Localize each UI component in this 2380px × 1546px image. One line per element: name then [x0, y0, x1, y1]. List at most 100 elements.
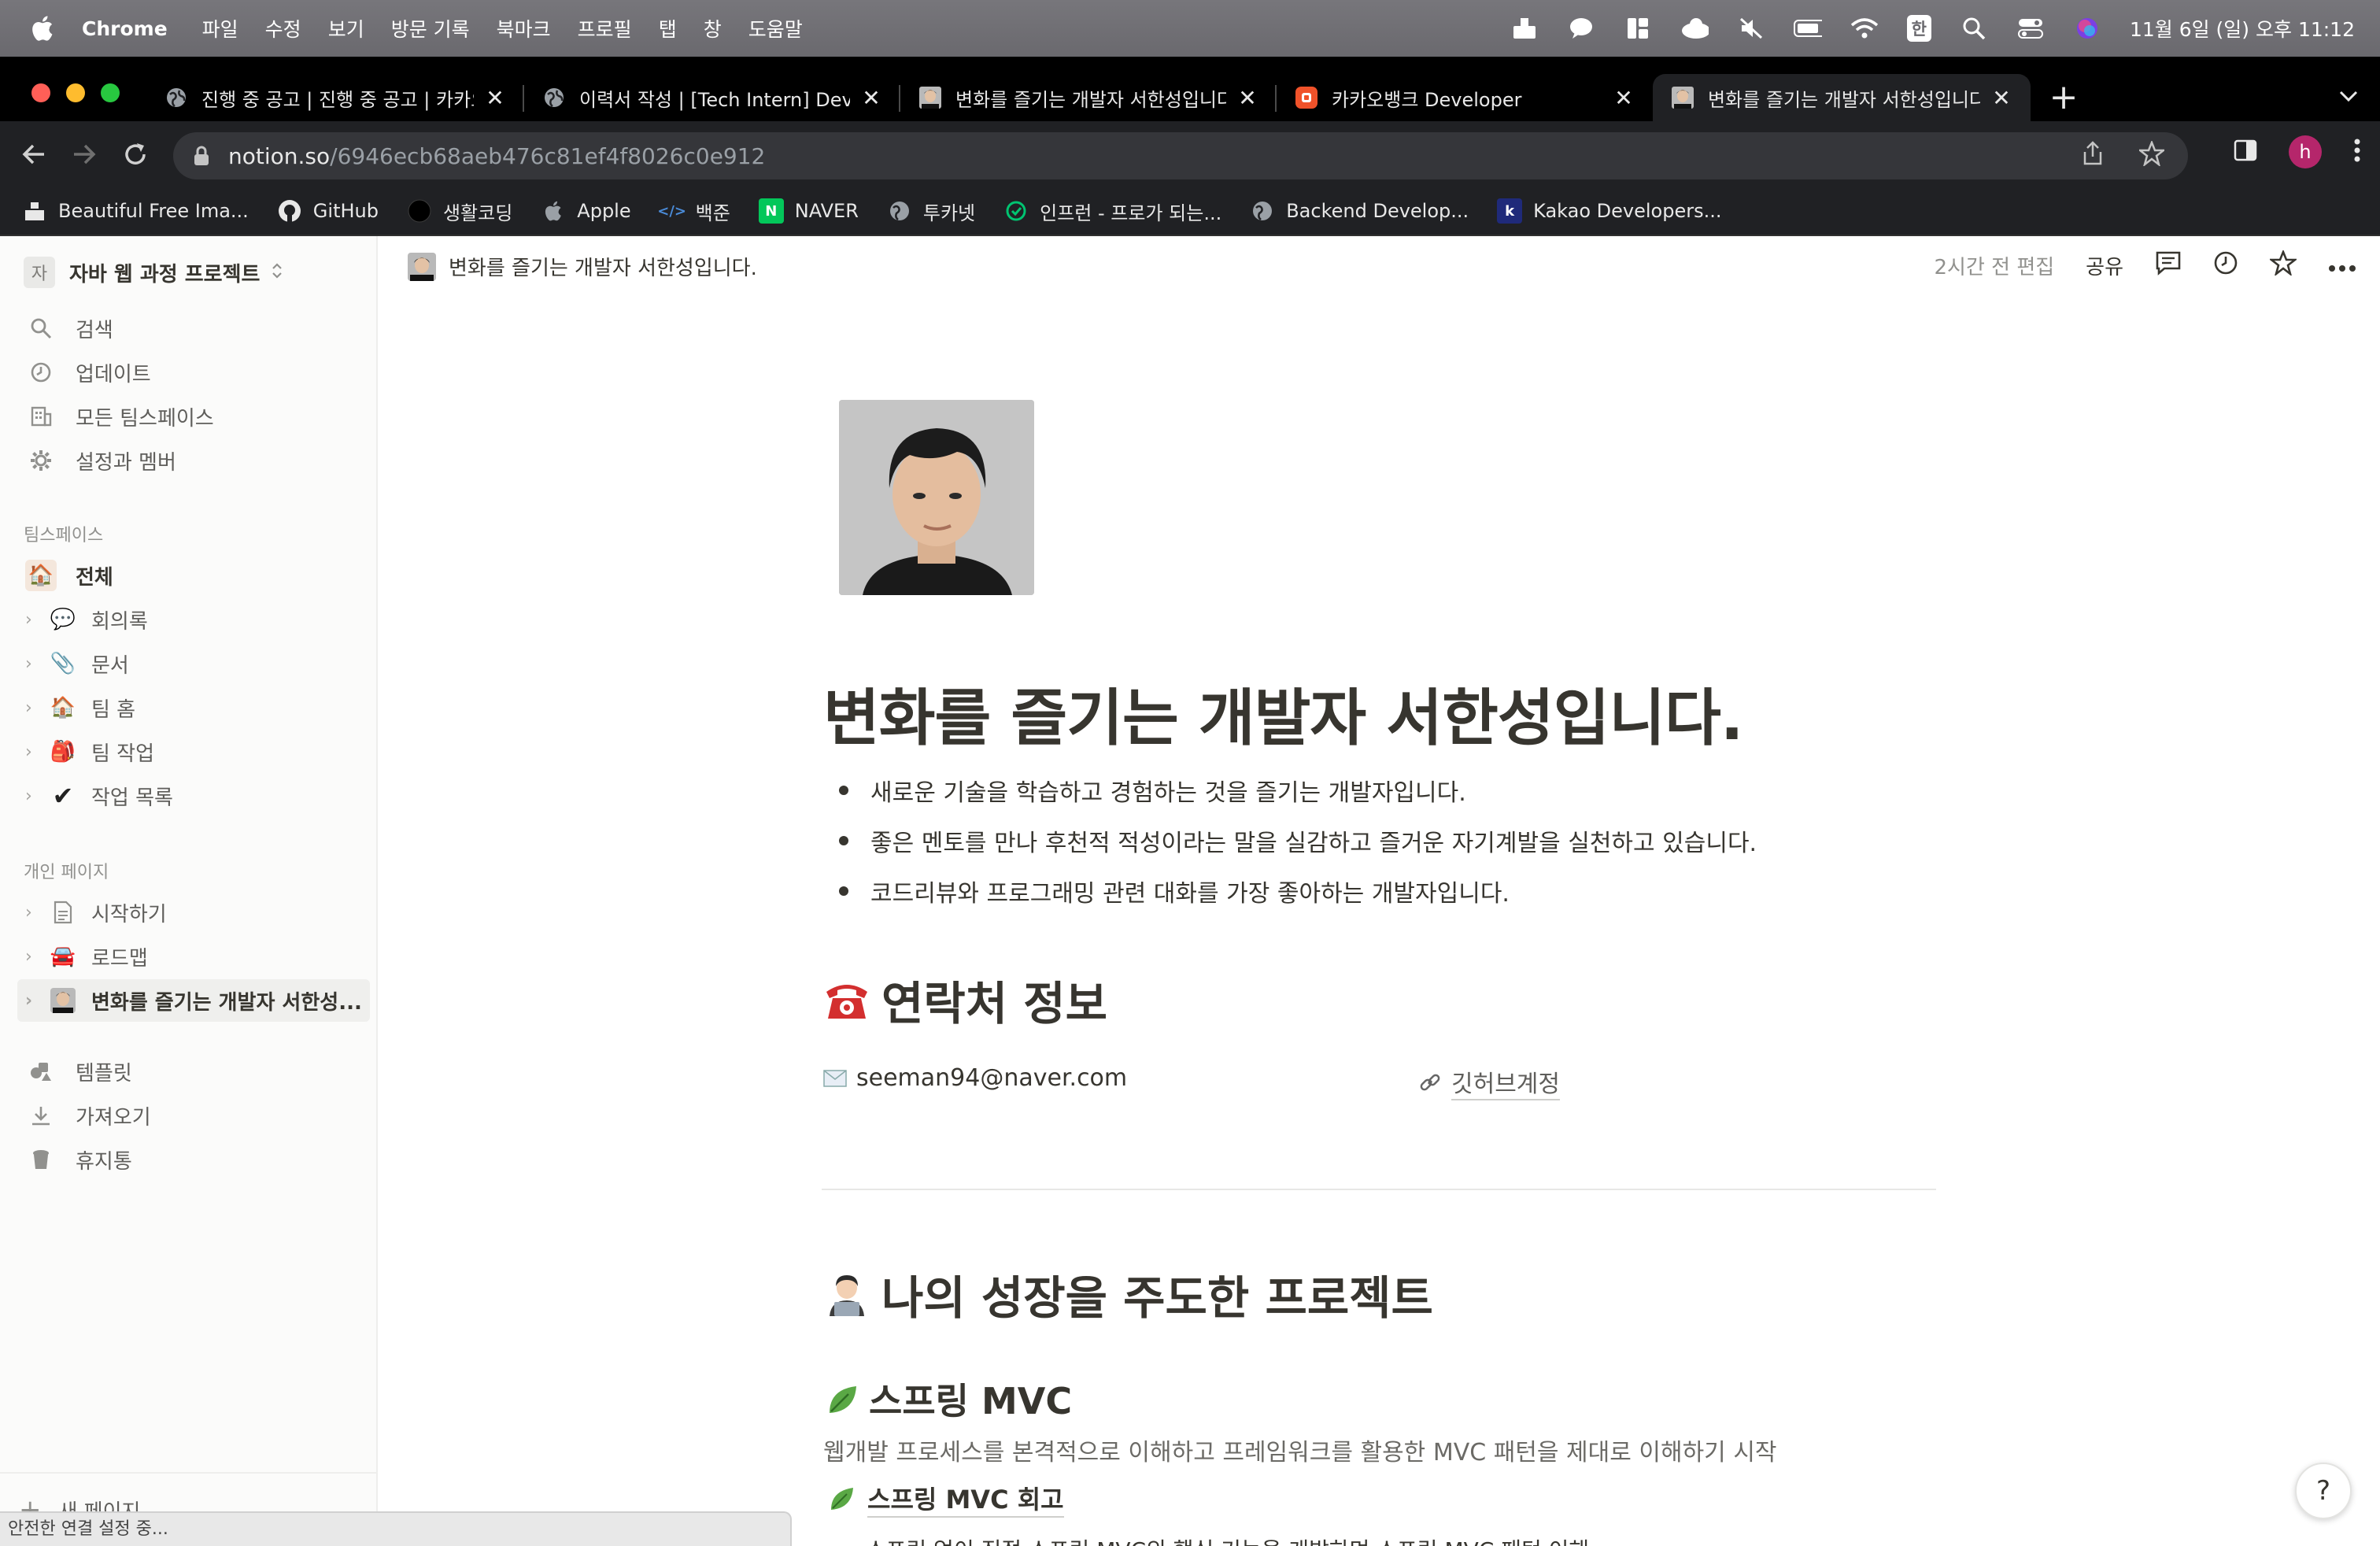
sidebar-item-search[interactable]: 검색	[17, 307, 370, 350]
more-options-icon[interactable]	[2328, 254, 2356, 278]
menu-history[interactable]: 방문 기록	[391, 14, 470, 43]
sidebar-item-settings[interactable]: 설정과 멤버	[17, 439, 370, 482]
input-source-indicator[interactable]: 한	[1906, 15, 1931, 42]
bookmark-item[interactable]: k Kakao Developers...	[1497, 198, 1722, 224]
menu-view[interactable]: 보기	[328, 14, 364, 43]
menu-bookmarks[interactable]: 북마크	[497, 14, 551, 43]
mute-icon[interactable]	[1737, 14, 1765, 43]
project-description[interactable]: 웹개발 프로세스를 본격적으로 이해하고 프레임워크를 활용한 MVC 패턴을 …	[823, 1433, 1777, 1467]
battery-icon[interactable]	[1793, 14, 1822, 43]
cloud-status-icon[interactable]	[1680, 14, 1709, 43]
project-title[interactable]: 스프링 MVC	[823, 1373, 1072, 1425]
chevron-right-icon[interactable]: ›	[25, 947, 44, 967]
new-tab-button[interactable]: +	[2046, 80, 2081, 115]
menu-file[interactable]: 파일	[202, 14, 238, 43]
sidebar-item-trash[interactable]: 휴지통	[17, 1138, 370, 1181]
lock-icon[interactable]	[194, 146, 209, 166]
profile-photo[interactable]	[839, 400, 1034, 595]
window-layout-icon[interactable]	[1624, 14, 1652, 43]
sidebar-item-getting-started[interactable]: › 시작하기	[17, 891, 370, 934]
bookmark-item[interactable]: N NAVER	[758, 198, 859, 224]
browser-tab[interactable]: 진행 중 공고 | 진행 중 공고 | 카카오뱅크 ✕	[146, 74, 524, 121]
sidebar-item-docs[interactable]: › 📎 문서	[17, 642, 370, 685]
favorite-star-icon[interactable]	[2268, 249, 2298, 281]
browser-tab[interactable]: 변화를 즐기는 개발자 서한성입니다. ✕	[900, 74, 1277, 121]
teamspaces-header[interactable]: 팀스페이스	[24, 521, 103, 546]
close-tab-icon[interactable]: ✕	[1991, 85, 2012, 111]
close-tab-icon[interactable]: ✕	[1237, 85, 1258, 111]
url-text[interactable]: notion.so/6946ecb68aeb476c81ef4f8026c0e9…	[228, 143, 765, 169]
sidebar-item-templates[interactable]: 템플릿	[17, 1050, 370, 1093]
list-item[interactable]: 코드리뷰와 프로그래밍 관련 대화를 가장 좋아하는 개발자입니다.	[839, 866, 1757, 916]
history-clock-icon[interactable]	[2213, 250, 2238, 281]
menu-tab[interactable]: 탭	[659, 14, 677, 43]
bookmark-star-icon[interactable]	[2137, 139, 2167, 172]
reload-button[interactable]	[121, 140, 150, 168]
email-item[interactable]: seeman94@naver.com	[823, 1064, 1127, 1092]
breadcrumb[interactable]: 변화를 즐기는 개발자 서한성입니다.	[408, 252, 757, 281]
bookmark-item[interactable]: </> 백준	[657, 198, 730, 225]
page-title[interactable]: 변화를 즐기는 개발자 서한성입니다.	[823, 669, 1743, 757]
sidebar-item-task-list[interactable]: › ✔ 작업 목록	[17, 775, 370, 817]
sidebar-item-all-teamspaces[interactable]: 모든 팀스페이스	[17, 395, 370, 438]
github-link-item[interactable]: 깃허브계정	[1418, 1064, 1560, 1100]
profile-avatar-button[interactable]: h	[2289, 135, 2322, 168]
bookmark-item[interactable]: 생활코딩	[407, 198, 512, 225]
minimize-window-button[interactable]	[66, 83, 85, 102]
bookmark-item[interactable]: 인프런 - 프로가 되는...	[1003, 198, 1221, 225]
sidebar-item-updates[interactable]: 업데이트	[17, 351, 370, 394]
sidebar-item-profile-page[interactable]: › 변화를 즐기는 개발자 서한성...	[17, 979, 370, 1022]
address-bar[interactable]: notion.so/6946ecb68aeb476c81ef4f8026c0e9…	[173, 132, 2188, 179]
list-item[interactable]: 좋은 멘토를 만나 후천적 적성이라는 말을 실감하고 즐거운 자기계발을 실천…	[839, 816, 1757, 866]
chevron-right-icon[interactable]: ›	[25, 698, 44, 718]
siri-icon[interactable]	[2073, 14, 2101, 43]
chevron-right-icon[interactable]: ›	[25, 991, 44, 1011]
menu-app-name[interactable]: Chrome	[82, 17, 168, 40]
sidebar-item-meeting-notes[interactable]: › 💬 회의록	[17, 598, 370, 641]
sidebar-item-team-tasks[interactable]: › 🎒 팀 작업	[17, 730, 370, 773]
list-item[interactable]: 새로운 기술을 학습하고 경험하는 것을 즐기는 개발자입니다.	[839, 765, 1757, 816]
wifi-icon[interactable]	[1850, 14, 1879, 43]
close-tab-icon[interactable]: ✕	[1613, 85, 1634, 111]
bookmark-item[interactable]: Backend Develop...	[1250, 198, 1469, 224]
side-panel-icon[interactable]	[2234, 139, 2257, 165]
messenger-icon[interactable]	[1567, 14, 1595, 43]
chevron-right-icon[interactable]: ›	[25, 654, 44, 674]
last-edited-text[interactable]: 2시간 전 편집	[1934, 251, 2054, 280]
chevron-right-icon[interactable]: ›	[25, 903, 44, 923]
browser-tab[interactable]: 카카오뱅크 Developer ✕	[1277, 74, 1653, 121]
comments-icon[interactable]	[2155, 250, 2182, 281]
contact-heading[interactable]: 연락처 정보	[822, 967, 1107, 1033]
sidebar-item-import[interactable]: 가져오기	[17, 1094, 370, 1137]
close-tab-icon[interactable]: ✕	[861, 85, 881, 111]
bookmark-item[interactable]: Beautiful Free Ima...	[22, 198, 249, 224]
chevron-right-icon[interactable]: ›	[25, 610, 44, 630]
bookmark-item[interactable]: GitHub	[277, 198, 379, 224]
control-center-icon[interactable]	[2016, 14, 2045, 43]
sidebar-item-team-home[interactable]: › 🏠 팀 홈	[17, 686, 370, 729]
menu-window[interactable]: 창	[704, 14, 722, 43]
bookmark-item[interactable]: 투카넷	[887, 198, 975, 225]
chevron-right-icon[interactable]: ›	[25, 786, 44, 806]
projects-heading[interactable]: 나의 성장을 주도한 프로젝트	[822, 1261, 1433, 1327]
sidebar-item-roadmap[interactable]: › 🚘 로드맵	[17, 935, 370, 978]
chevron-right-icon[interactable]: ›	[25, 742, 44, 762]
apple-menu-icon[interactable]	[27, 16, 58, 41]
bookmark-item[interactable]: Apple	[541, 198, 631, 224]
project-retrospective-link[interactable]: 스프링 MVC 회고	[826, 1480, 1064, 1518]
menu-bar-clock[interactable]: 11월 6일 (일) 오후 11:12	[2130, 14, 2355, 43]
private-pages-header[interactable]: 개인 페이지	[24, 858, 109, 883]
help-button[interactable]: ?	[2295, 1463, 2352, 1519]
more-menu-icon[interactable]	[2353, 138, 2361, 166]
back-button[interactable]	[19, 140, 47, 168]
forward-button[interactable]	[71, 140, 99, 168]
workspace-switcher[interactable]: 자 자바 웹 과정 프로젝트	[24, 253, 283, 291]
tab-search-chevron-icon[interactable]	[2338, 88, 2360, 107]
share-button[interactable]: 공유	[2086, 251, 2123, 280]
close-tab-icon[interactable]: ✕	[485, 85, 505, 111]
upload-status-icon[interactable]	[1510, 14, 1539, 43]
menu-profiles[interactable]: 프로필	[578, 14, 632, 43]
browser-tab-active[interactable]: 변화를 즐기는 개발자 서한성입니다. ✕	[1653, 74, 2031, 121]
close-window-button[interactable]	[31, 83, 50, 102]
share-page-icon[interactable]	[2082, 140, 2103, 172]
